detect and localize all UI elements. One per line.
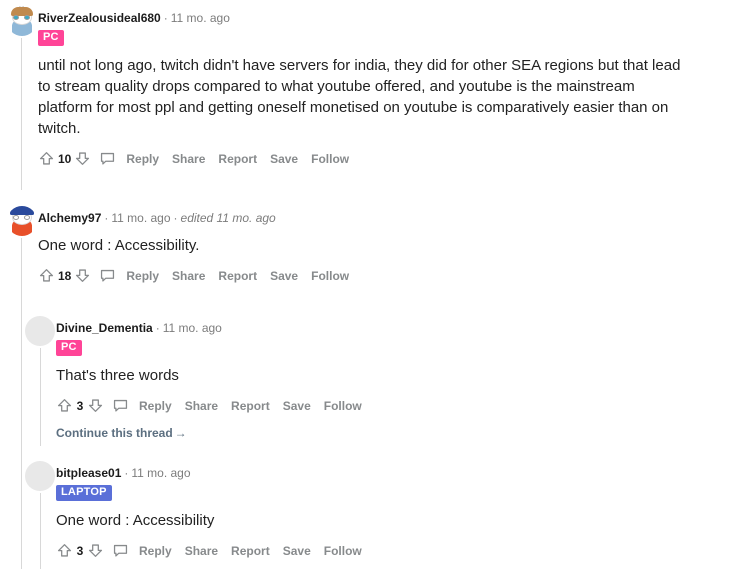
avatar-eye-left [13,215,19,220]
comment-timestamp: 11 mo. ago [131,466,191,480]
avatar-eye-right [24,15,30,20]
save-button[interactable]: Save [283,544,311,558]
comment-bubble-icon[interactable] [91,150,116,167]
avatar[interactable] [7,6,37,36]
follow-button[interactable]: Follow [311,269,349,283]
vote-group: 10 [38,150,91,167]
comment-timestamp: 11 mo. ago [162,321,222,335]
avatar-eye-right [24,215,30,220]
reply-button[interactable]: Reply [139,399,172,413]
comment-actions: 3 Reply Share Report Save Follow [56,542,704,559]
share-button[interactable]: Share [185,544,218,558]
report-button[interactable]: Report [231,399,270,413]
save-button[interactable]: Save [270,269,298,283]
comment-author[interactable]: Alchemy97 [38,211,101,225]
continue-thread-label: Continue this thread [56,426,173,440]
report-button[interactable]: Report [231,544,270,558]
user-flair-badge[interactable]: PC [56,340,82,356]
comment-timestamp: 11 mo. ago [170,11,230,25]
save-button[interactable]: Save [270,152,298,166]
comment-body: That's three words [56,367,179,384]
avatar-column [6,6,38,36]
comment-author[interactable]: bitplease01 [56,466,121,480]
follow-button[interactable]: Follow [324,399,362,413]
downvote-arrow-icon[interactable] [74,150,91,167]
comment-actions: 18 Reply Share Report Save Follow [38,267,706,284]
upvote-arrow-icon[interactable] [38,150,55,167]
vote-score: 18 [58,268,72,283]
comment-meta: Alchemy97 · 11 mo. ago · edited 11 mo. ago [38,206,706,226]
continue-thread-link[interactable]: Continue this thread → [56,426,704,440]
follow-button[interactable]: Follow [311,152,349,166]
user-flair-badge[interactable]: LAPTOP [56,485,112,501]
comment-content: RiverZealousideal680 · 11 mo. ago PC until… [38,6,706,167]
share-button[interactable]: Share [185,399,218,413]
thread-line-level-1[interactable] [21,238,22,569]
comment-body: One word : Accessibility [56,512,215,529]
comment-actions: 10 Reply Share Report Save Follow [38,150,706,167]
avatar-column [6,206,38,236]
avatar[interactable] [7,206,37,236]
comment-content: bitplease01 · 11 mo. ago LAPTOP One word :… [56,461,704,559]
avatar-eye-left [13,15,19,20]
comment-meta: bitplease01 · 11 mo. ago [56,461,704,481]
comment-bubble-icon[interactable] [91,267,116,284]
comment-actions: 3 Reply Share Report Save Follow [56,397,704,414]
comment-bubble-icon[interactable] [104,542,129,559]
reddit-comment-thread: RiverZealousideal680 · 11 mo. ago PC until… [0,0,731,577]
comment-content: Divine_Dementia · 11 mo. ago PC That's thr… [56,316,704,440]
meta-separator: · [155,321,160,335]
share-button[interactable]: Share [172,269,205,283]
meta-separator: · [124,466,129,480]
comment-body: until not long ago, twitch didn't have s… [38,57,681,137]
vote-group: 18 [38,267,91,284]
reply-button[interactable]: Reply [126,269,159,283]
meta-separator: · [163,11,168,25]
upvote-arrow-icon[interactable] [56,397,73,414]
avatar-column [24,316,56,346]
reply-button[interactable]: Reply [126,152,159,166]
comment-author[interactable]: Divine_Dementia [56,321,153,335]
avatar[interactable] [25,316,55,346]
vote-score: 10 [58,151,72,166]
reply-button[interactable]: Reply [139,544,172,558]
share-button[interactable]: Share [172,152,205,166]
comment-thread-item: bitplease01 · 11 mo. ago LAPTOP One word :… [24,461,704,559]
comment-body: One word : Accessibility. [38,237,200,254]
comment-meta: RiverZealousideal680 · 11 mo. ago [38,6,706,26]
user-flair-badge[interactable]: PC [38,30,64,46]
report-button[interactable]: Report [218,269,257,283]
vote-group: 3 [56,397,104,414]
upvote-arrow-icon[interactable] [56,542,73,559]
follow-button[interactable]: Follow [324,544,362,558]
downvote-arrow-icon[interactable] [74,267,91,284]
avatar-hat [10,206,34,215]
downvote-arrow-icon[interactable] [87,397,104,414]
comment-thread-item: RiverZealousideal680 · 11 mo. ago PC until… [6,6,706,167]
vote-score: 3 [76,398,84,413]
comment-bubble-icon[interactable] [104,397,129,414]
comment-thread-item: Divine_Dementia · 11 mo. ago PC That's thr… [24,316,704,440]
comment-author[interactable]: RiverZealousideal680 [38,11,161,25]
report-button[interactable]: Report [218,152,257,166]
comment-content: Alchemy97 · 11 mo. ago · edited 11 mo. ago O… [38,206,706,284]
comment-meta: Divine_Dementia · 11 mo. ago [56,316,704,336]
arrow-right-icon: → [174,426,187,440]
vote-score: 3 [76,543,84,558]
avatar[interactable] [25,461,55,491]
downvote-arrow-icon[interactable] [87,542,104,559]
comment-thread-item: Alchemy97 · 11 mo. ago · edited 11 mo. ago O… [6,206,706,284]
avatar-column [24,461,56,491]
vote-group: 3 [56,542,104,559]
save-button[interactable]: Save [283,399,311,413]
meta-separator: · [173,211,178,225]
meta-separator: · [104,211,109,225]
upvote-arrow-icon[interactable] [38,267,55,284]
comment-edited-label: edited 11 mo. ago [180,211,276,225]
comment-timestamp: 11 mo. ago [111,211,171,225]
